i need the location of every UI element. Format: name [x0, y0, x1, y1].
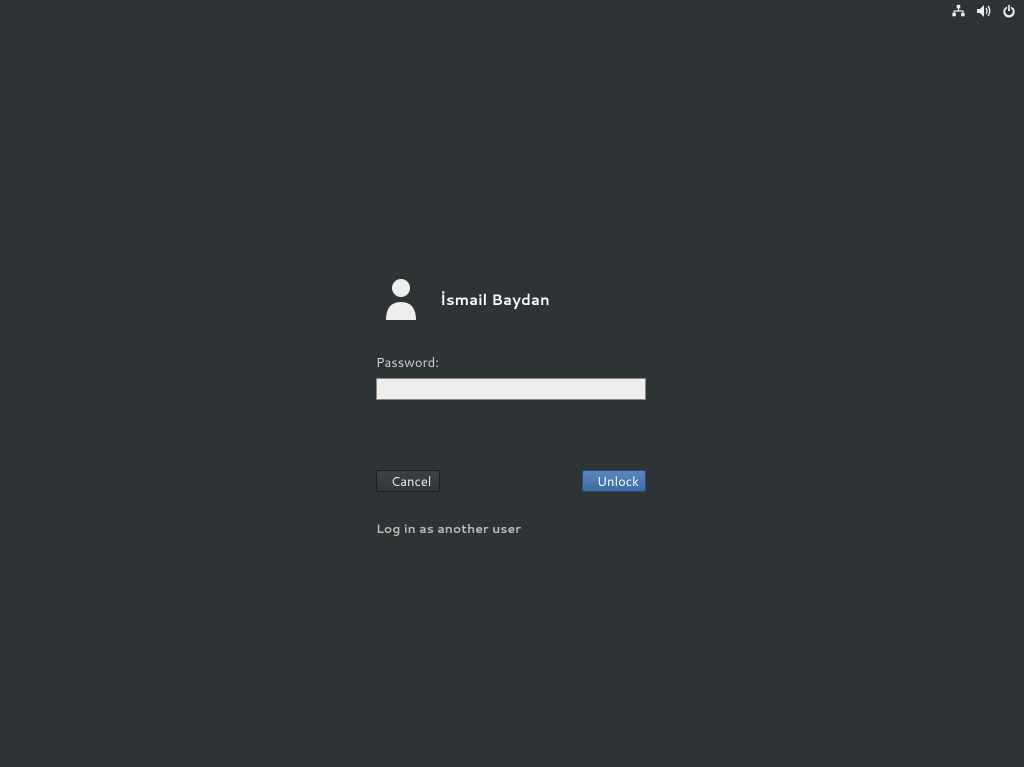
- cancel-button[interactable]: Cancel: [376, 470, 440, 492]
- unlock-button[interactable]: Unlock: [582, 470, 646, 492]
- username-label: İsmail Baydan: [440, 289, 550, 310]
- volume-icon[interactable]: [976, 4, 992, 18]
- network-icon[interactable]: [951, 4, 966, 18]
- button-row: Cancel Unlock: [376, 470, 646, 492]
- log-in-as-another-user-link[interactable]: Log in as another user: [376, 520, 646, 538]
- user-row: İsmail Baydan: [384, 278, 646, 320]
- status-bar: [951, 4, 1016, 18]
- power-icon[interactable]: [1002, 4, 1016, 18]
- password-label: Password:: [376, 354, 646, 372]
- avatar-icon: [384, 278, 418, 320]
- password-input[interactable]: [376, 378, 646, 400]
- login-panel: İsmail Baydan Password: Cancel Unlock Lo…: [376, 278, 646, 538]
